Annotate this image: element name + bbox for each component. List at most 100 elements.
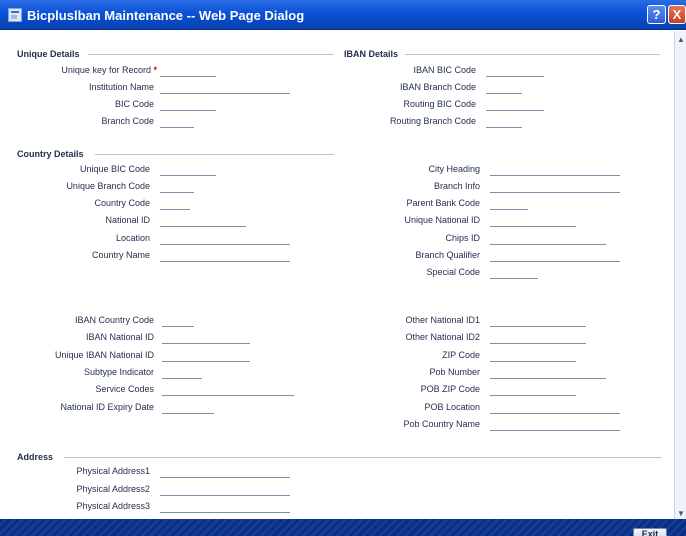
national-id-input[interactable] (160, 215, 246, 227)
iban-branch-code-input[interactable] (486, 82, 522, 94)
bic-code-input[interactable] (160, 99, 216, 111)
country-code-input[interactable] (160, 198, 190, 210)
field-row-unique-branch-code: Unique Branch Code (0, 180, 340, 194)
other-national-id2-input[interactable] (490, 332, 586, 344)
exit-button[interactable]: Exit (633, 528, 667, 536)
section-title-unique: Unique Details (17, 49, 80, 59)
field-label: Unique key for Record * (61, 65, 157, 75)
field-row-iban-country-code: IBAN Country Code (0, 314, 340, 328)
service-codes-input[interactable] (162, 384, 294, 396)
parent-bank-code-input[interactable] (490, 198, 528, 210)
field-label: Branch Code (101, 116, 154, 126)
window-title: Bicpluslban Maintenance -- Web Page Dial… (27, 8, 305, 23)
field-label: Special Code (426, 267, 480, 277)
field-row-pob-location: POB Location (340, 401, 670, 415)
field-label: IBAN National ID (85, 332, 154, 342)
unique-national-id-input[interactable] (490, 215, 576, 227)
unique-bic-code-input[interactable] (160, 164, 216, 176)
field-label: Physical Address1 (76, 466, 150, 476)
field-label: City Heading (428, 164, 480, 174)
field-row-location: Location (0, 232, 340, 246)
field-row-country-code: Country Code (0, 197, 340, 211)
field-row-pob-country-name: Pob Country Name (340, 418, 670, 432)
field-row-service-codes: Service Codes (0, 383, 340, 397)
field-label: Country Name (91, 250, 150, 260)
scroll-up-icon[interactable]: ▲ (677, 35, 685, 44)
special-code-input[interactable] (490, 267, 538, 279)
field-label: Parent Bank Code (406, 198, 480, 208)
routing-bic-code-input[interactable] (486, 99, 544, 111)
field-label: Chips ID (445, 233, 480, 243)
field-row-subtype-indicator: Subtype Indicator (0, 366, 340, 380)
field-row-zip-code: ZIP Code (340, 349, 670, 363)
field-label: Other National ID2 (405, 332, 480, 342)
field-row-unique-key: Unique key for Record * (0, 64, 340, 78)
window-icon (8, 8, 22, 22)
physical-address3-input[interactable] (160, 501, 290, 513)
scroll-down-icon[interactable]: ▼ (677, 509, 685, 518)
vertical-scrollbar[interactable]: ▲ ▼ (674, 31, 686, 521)
field-label: Location (115, 233, 150, 243)
field-row-unique-iban-national-id: Unique IBAN National ID (0, 349, 340, 363)
branch-qualifier-input[interactable] (490, 250, 620, 262)
field-row-branch-info: Branch Info (340, 180, 670, 194)
national-id-expiry-date-input[interactable] (162, 402, 214, 414)
subtype-indicator-input[interactable] (162, 367, 202, 379)
pob-location-input[interactable] (490, 402, 620, 414)
iban-country-code-input[interactable] (162, 315, 194, 327)
section-title-country: Country Details (17, 149, 84, 159)
field-label: Unique National ID (404, 215, 480, 225)
field-label: IBAN Country Code (74, 315, 154, 325)
field-label: Other National ID1 (405, 315, 480, 325)
field-row-unique-bic-code: Unique BIC Code (0, 163, 340, 177)
city-heading-input[interactable] (490, 164, 620, 176)
field-row-iban-branch-code: IBAN Branch Code (340, 81, 670, 95)
country-name-input[interactable] (160, 250, 290, 262)
field-label: Branch Info (433, 181, 480, 191)
physical-address2-input[interactable] (160, 484, 290, 496)
field-label: Pob Number (429, 367, 480, 377)
field-row-institution-name: Institution Name (0, 81, 340, 95)
field-row-routing-bic-code: Routing BIC Code (340, 98, 670, 112)
other-national-id1-input[interactable] (490, 315, 586, 327)
field-row-physical-address2: Physical Address2 (0, 483, 340, 497)
field-row-chips-id: Chips ID (340, 232, 670, 246)
pob-country-name-input[interactable] (490, 419, 620, 431)
physical-address1-input[interactable] (160, 466, 290, 478)
zip-code-input[interactable] (490, 350, 576, 362)
unique-key-input[interactable] (160, 65, 216, 77)
branch-info-input[interactable] (490, 181, 620, 193)
routing-branch-code-input[interactable] (486, 116, 522, 128)
field-label: Pob Country Name (403, 419, 480, 429)
branch-code-input[interactable] (160, 116, 194, 128)
field-row-pob-number: Pob Number (340, 366, 670, 380)
field-row-routing-branch-code: Routing Branch Code (340, 115, 670, 129)
title-bar: Bicpluslban Maintenance -- Web Page Dial… (0, 0, 686, 30)
field-label: IBAN Branch Code (399, 82, 476, 92)
field-label: Institution Name (88, 82, 154, 92)
pob-zip-code-input[interactable] (490, 384, 576, 396)
required-marker: * (153, 65, 157, 75)
institution-name-input[interactable] (160, 82, 290, 94)
close-button[interactable]: X (668, 5, 686, 24)
field-row-physical-address1: Physical Address1 (0, 465, 340, 479)
unique-branch-code-input[interactable] (160, 181, 194, 193)
field-label: Routing Branch Code (389, 116, 476, 126)
field-label: Unique Branch Code (66, 181, 150, 191)
iban-national-id-input[interactable] (162, 332, 250, 344)
field-label: Physical Address2 (76, 484, 150, 494)
field-label: ZIP Code (442, 350, 480, 360)
iban-bic-code-input[interactable] (486, 65, 544, 77)
help-button[interactable]: ? (647, 5, 666, 24)
field-row-parent-bank-code: Parent Bank Code (340, 197, 670, 211)
field-row-pob-zip-code: POB ZIP Code (340, 383, 670, 397)
location-input[interactable] (160, 233, 290, 245)
field-row-branch-qualifier: Branch Qualifier (340, 249, 670, 263)
unique-iban-national-id-input[interactable] (162, 350, 250, 362)
chips-id-input[interactable] (490, 233, 606, 245)
field-label: Branch Qualifier (415, 250, 480, 260)
pob-number-input[interactable] (490, 367, 606, 379)
field-row-physical-address3: Physical Address3 (0, 500, 340, 514)
field-label: POB Location (424, 402, 480, 412)
section-divider (95, 154, 334, 155)
